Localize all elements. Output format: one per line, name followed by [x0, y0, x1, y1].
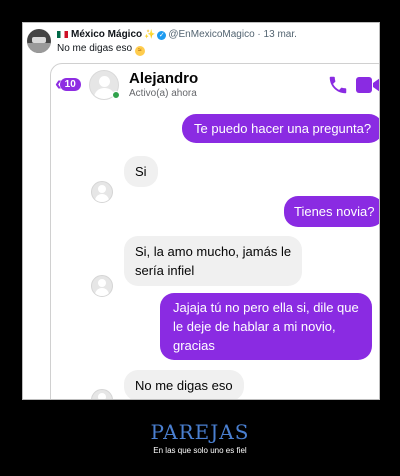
- message-text-line: le deje de hablar a mi novio,: [173, 319, 336, 334]
- tweet-meta: México Mágico ✨ ✓ @EnMexicoMagico · 13 mar.: [57, 29, 297, 40]
- sparkle-icon: ✨: [144, 29, 156, 39]
- message-text: Tienes novia?: [294, 204, 375, 219]
- message-text-line: Jajaja tú no pero ella si, dile que: [173, 300, 359, 315]
- caption-title: PAREJAS: [150, 420, 250, 444]
- verified-badge-icon: ✓: [157, 31, 167, 40]
- tweet-handle[interactable]: @EnMexicoMagico: [168, 29, 254, 40]
- tweet-author-name[interactable]: México Mágico: [71, 29, 142, 40]
- message-text-line: sería infiel: [135, 263, 195, 278]
- message-bubble-sent[interactable]: Tienes novia?: [284, 196, 379, 227]
- message-bubble-received[interactable]: Si, la amo mucho, jamás le sería infiel: [124, 236, 303, 286]
- tweet-separator: ·: [254, 29, 264, 40]
- tweet-avatar[interactable]: [27, 29, 51, 53]
- tweet-text: No me digas eso ≈: [57, 43, 145, 56]
- tweet-date[interactable]: 13 mar.: [264, 29, 297, 40]
- message-bubble-received[interactable]: Si: [124, 156, 158, 187]
- message-text: No me digas eso: [135, 378, 233, 393]
- contact-name[interactable]: Alejandro: [129, 70, 198, 87]
- message-bubble-received[interactable]: No me digas eso: [124, 370, 244, 399]
- message-text-line: Si, la amo mucho, jamás le: [135, 244, 292, 259]
- contact-status: Activo(a) ahora: [129, 88, 197, 99]
- online-status-dot: [112, 91, 120, 99]
- chat-header: ‹ 10 Alejandro Activo(a) ahora: [51, 64, 380, 108]
- messenger-screenshot: ‹ 10 Alejandro Activo(a) ahora Te puedo …: [50, 63, 380, 399]
- unread-count-badge: 10: [59, 77, 81, 91]
- tweet-header: México Mágico ✨ ✓ @EnMexicoMagico · 13 mar.…: [27, 27, 375, 67]
- video-call-icon[interactable]: [356, 76, 380, 94]
- mexico-flag-icon: [57, 31, 68, 38]
- message-text: Si: [135, 164, 147, 179]
- message-bubble-sent[interactable]: Jajaja tú no pero ella si, dile que le d…: [160, 293, 372, 360]
- back-button[interactable]: ‹ 10: [55, 74, 81, 94]
- message-bubble-sent[interactable]: Te puedo hacer una pregunta?: [182, 114, 379, 143]
- message-text: Te puedo hacer una pregunta?: [194, 121, 372, 136]
- tweet-text-body: No me digas eso: [57, 43, 133, 54]
- contact-mini-avatar: [91, 275, 113, 297]
- contact-mini-avatar: [91, 389, 113, 399]
- contact-mini-avatar: [91, 181, 113, 203]
- phone-call-icon[interactable]: [327, 74, 349, 96]
- meme-frame: México Mágico ✨ ✓ @EnMexicoMagico · 13 mar.…: [22, 22, 380, 400]
- message-text-line: gracias: [173, 338, 215, 353]
- crying-face-icon: ≈: [134, 46, 145, 56]
- caption-subtitle: En las que solo uno es fiel: [153, 446, 247, 455]
